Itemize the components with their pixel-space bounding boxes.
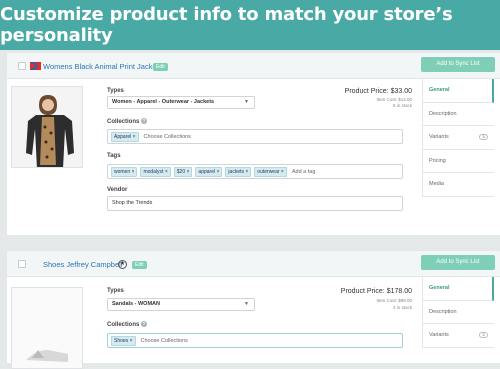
tag-item[interactable]: modalyst × — [140, 166, 171, 177]
jacket-photo-icon — [12, 87, 82, 167]
collections-placeholder: Choose Collections — [143, 133, 191, 140]
product-price: Product Price: $178.00 — [340, 288, 412, 295]
types-label: Types — [107, 288, 124, 294]
product-title-link[interactable]: Womens Black Animal Print Jacket — [43, 62, 159, 71]
chevron-down-icon: ▼ — [244, 99, 249, 105]
page-header: Customize product info to match your sto… — [0, 0, 500, 50]
product-card-jacket: Womens Black Animal Print Jacket Edit Ad… — [7, 53, 500, 235]
variants-count-badge: 3 — [479, 332, 488, 339]
tab-pricing[interactable]: Pricing — [423, 149, 494, 174]
edit-title-button[interactable]: Edit — [153, 63, 168, 71]
collections-input[interactable]: Shoes × Choose Collections — [107, 333, 403, 348]
product-title-link[interactable]: Shoes Jeffrey Campbell — [43, 260, 123, 269]
vendor-value: Shop the Trends — [112, 200, 153, 206]
shoe-photo-icon — [12, 288, 82, 368]
tag-item[interactable]: women × — [111, 166, 138, 177]
tags-label: Tags — [107, 153, 121, 159]
collections-placeholder: Choose Collections — [140, 337, 188, 344]
product-tabs: General Description Variants 3 Pricing Me… — [422, 79, 494, 197]
product-card-header: Shoes Jeffrey Campbell ★ Edit Add to Syn… — [7, 251, 500, 277]
select-checkbox[interactable] — [18, 260, 26, 268]
tab-description[interactable]: Description — [423, 102, 494, 127]
types-select[interactable]: Women - Apparel - Outerwear - Jackets ▼ — [107, 96, 255, 109]
select-checkbox[interactable] — [18, 62, 26, 70]
stock-count: 8 in stock — [392, 103, 412, 108]
types-select-value: Women - Apparel - Outerwear - Jackets — [112, 99, 215, 105]
tag-item[interactable]: jackets × — [225, 166, 252, 177]
tab-general[interactable]: General — [423, 79, 494, 103]
product-tabs: General Description Variants 3 — [422, 277, 494, 348]
add-tag-placeholder: Add a tag — [291, 168, 316, 175]
vendor-input[interactable]: Shop the Trends — [107, 196, 403, 211]
tab-media[interactable]: Media — [423, 173, 494, 197]
collections-label: Collections — [107, 119, 140, 125]
help-icon[interactable]: ? — [141, 321, 147, 327]
product-card-shoes: Shoes Jeffrey Campbell ★ Edit Add to Syn… — [7, 251, 500, 369]
vendor-label: Vendor — [107, 187, 128, 193]
stock-count: 2 in stock — [392, 305, 412, 310]
tab-description[interactable]: Description — [423, 300, 494, 325]
tag-item[interactable]: $20 × — [173, 166, 193, 177]
types-select-value: Sandals - WOMAN — [112, 301, 160, 307]
collections-input[interactable]: Apparel × Choose Collections — [107, 129, 403, 144]
product-image — [11, 86, 83, 168]
variants-count-badge: 3 — [479, 134, 488, 141]
page-title: Customize product info to match your sto… — [0, 4, 453, 46]
product-card-header: Womens Black Animal Print Jacket Edit Ad… — [7, 53, 500, 79]
types-label: Types — [107, 88, 124, 94]
item-cost: Item Cost: $14.00 — [376, 97, 412, 102]
add-to-sync-list-button[interactable]: Add to Sync List — [421, 255, 495, 270]
tab-variants[interactable]: Variants 3 — [423, 324, 494, 348]
collections-label: Collections — [107, 322, 140, 328]
tab-variants[interactable]: Variants 3 — [423, 126, 494, 150]
collection-tag[interactable]: Apparel × — [111, 131, 139, 142]
star-icon[interactable]: ★ — [118, 260, 127, 269]
item-cost: Item Cost: $89.00 — [376, 298, 412, 303]
tag-item[interactable]: apparel × — [195, 166, 223, 177]
product-image — [11, 287, 83, 369]
chevron-down-icon: ▼ — [244, 301, 249, 307]
add-to-sync-list-button[interactable]: Add to Sync List — [421, 57, 495, 72]
edit-title-button[interactable]: Edit — [132, 261, 147, 269]
product-price: Product Price: $33.00 — [344, 88, 412, 95]
types-select[interactable]: Sandals - WOMAN ▼ — [107, 298, 255, 311]
product-flag-icon — [30, 62, 41, 70]
tab-general[interactable]: General — [423, 277, 494, 301]
tag-item[interactable]: outerwear × — [254, 166, 287, 177]
help-icon[interactable]: ? — [141, 118, 147, 124]
tags-input[interactable]: women × modalyst × $20 × apparel × jacke… — [107, 164, 403, 179]
collection-tag[interactable]: Shoes × — [111, 335, 136, 346]
